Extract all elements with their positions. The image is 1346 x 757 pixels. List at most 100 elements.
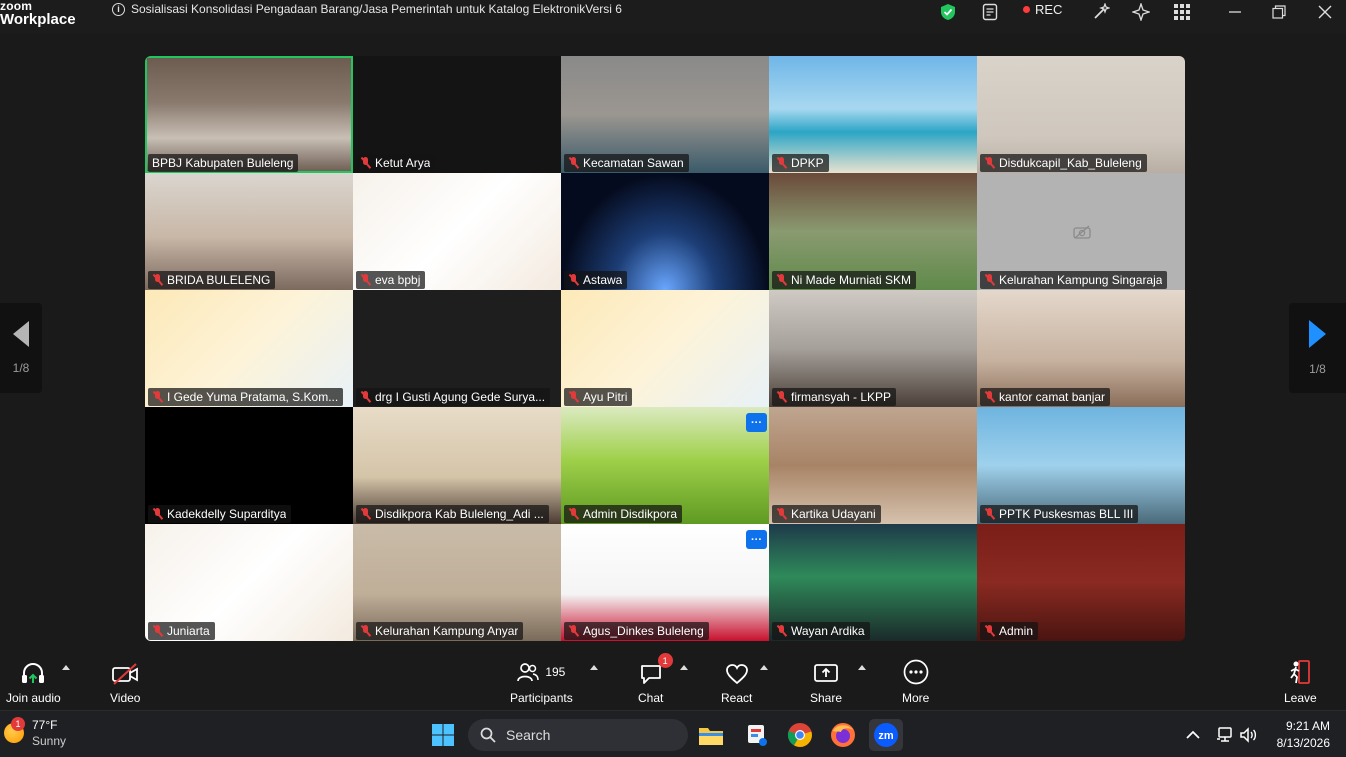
arrow-right-icon — [1309, 320, 1326, 348]
participant-name: Wayan Ardika — [791, 624, 865, 638]
participant-tile[interactable]: Ketut Arya — [353, 56, 561, 173]
participant-tile[interactable]: ··· Agus_Dinkes Buleleng — [561, 524, 769, 641]
participant-name: Admin Disdikpora — [583, 507, 678, 521]
search-placeholder: Search — [506, 727, 551, 743]
os-taskbar: 1 77°F Sunny Search zm 9:21 AM 8/13/2026 — [0, 710, 1346, 757]
meeting-title: Sosialisasi Konsolidasi Pengadaan Barang… — [131, 2, 622, 16]
participant-tile[interactable]: Wayan Ardika — [769, 524, 977, 641]
participant-tile[interactable]: BPBJ Kabupaten Buleleng — [145, 56, 353, 173]
volume-icon[interactable] — [1232, 719, 1266, 751]
zoom-logo: zoom Workplace — [0, 0, 80, 30]
participant-tile[interactable]: Kelurahan Kampung Singaraja — [977, 173, 1185, 290]
participant-tile[interactable]: Juniarta — [145, 524, 353, 641]
participant-name: Kecamatan Sawan — [583, 156, 684, 170]
participant-name-tag: I Gede Yuma Pratama, S.Kom... — [148, 388, 344, 406]
search-icon — [480, 727, 496, 743]
chat-button[interactable]: 1 Chat — [638, 653, 673, 705]
headphones-icon — [20, 659, 46, 685]
temperature: 77°F — [32, 718, 58, 732]
mic-muted-icon — [776, 274, 787, 286]
participant-tile[interactable]: Disdikpora Kab Buleleng_Adi ... — [353, 407, 561, 524]
taskbar-search[interactable]: Search — [468, 719, 688, 751]
mic-muted-icon — [360, 157, 371, 169]
apps-grid-icon[interactable] — [1174, 2, 1190, 22]
participants-caret[interactable] — [590, 665, 598, 670]
shield-icon[interactable] — [940, 2, 956, 22]
participant-tile[interactable]: I Gede Yuma Pratama, S.Kom... — [145, 290, 353, 407]
restore-icon[interactable] — [1272, 2, 1286, 22]
more-button[interactable]: More — [902, 659, 929, 705]
participant-name-tag: Agus_Dinkes Buleleng — [564, 622, 709, 640]
participant-name: Disdukcapil_Kab_Buleleng — [999, 156, 1142, 170]
meeting-info[interactable]: i Sosialisasi Konsolidasi Pengadaan Bara… — [112, 2, 622, 16]
participant-tile[interactable]: Kecamatan Sawan — [561, 56, 769, 173]
recording-indicator[interactable]: REC — [1023, 2, 1062, 17]
participant-tile[interactable]: ··· Admin Disdikpora — [561, 407, 769, 524]
file-explorer-icon[interactable] — [694, 719, 728, 751]
participant-tile[interactable]: BRIDA BULELENG — [145, 173, 353, 290]
clock[interactable]: 9:21 AM 8/13/2026 — [1268, 719, 1330, 750]
participant-tile[interactable]: Disdukcapil_Kab_Buleleng — [977, 56, 1185, 173]
notes-icon[interactable] — [982, 2, 998, 22]
participant-tile[interactable]: Astawa — [561, 173, 769, 290]
join-audio-label: Join audio — [6, 691, 61, 705]
participant-name-tag: Wayan Ardika — [772, 622, 870, 640]
page-indicator-right: 1/8 — [1309, 362, 1326, 376]
participant-tile[interactable]: firmansyah - LKPP — [769, 290, 977, 407]
weather-widget[interactable]: 1 77°F Sunny — [4, 717, 66, 748]
share-button[interactable]: Share — [810, 659, 842, 705]
info-icon[interactable]: i — [112, 2, 125, 16]
participant-name: firmansyah - LKPP — [791, 390, 892, 404]
participant-name: BRIDA BULELENG — [167, 273, 271, 287]
previous-page-button[interactable]: 1/8 — [0, 303, 42, 393]
participant-name-tag: Admin — [980, 622, 1039, 640]
participant-tile[interactable]: Kelurahan Kampung Anyar — [353, 524, 561, 641]
leave-button[interactable]: Leave — [1284, 659, 1317, 705]
share-caret[interactable] — [858, 665, 866, 670]
minimize-icon[interactable] — [1228, 2, 1242, 22]
close-icon[interactable] — [1318, 2, 1332, 22]
video-button[interactable]: Video — [110, 659, 140, 705]
participant-tile[interactable]: PPTK Puskesmas BLL III — [977, 407, 1185, 524]
mic-muted-icon — [776, 391, 787, 403]
next-page-button[interactable]: 1/8 — [1289, 303, 1346, 393]
participant-tile[interactable]: Admin — [977, 524, 1185, 641]
ai-sparkle-icon[interactable] — [1132, 2, 1150, 22]
participant-name: drg I Gusti Agung Gede Surya... — [375, 390, 546, 404]
chat-caret[interactable] — [680, 665, 688, 670]
participant-tile[interactable]: Ni Made Murniati SKM — [769, 173, 977, 290]
participant-name-tag: Admin Disdikpora — [564, 505, 683, 523]
chrome-icon[interactable] — [783, 719, 817, 751]
react-caret[interactable] — [760, 665, 768, 670]
record-dot-icon — [1023, 6, 1030, 13]
arrow-left-icon — [13, 321, 29, 347]
participant-name-tag: Ni Made Murniati SKM — [772, 271, 917, 289]
tile-more-options-icon[interactable]: ··· — [746, 530, 767, 549]
participant-tile[interactable]: Ayu Pitri — [561, 290, 769, 407]
magic-wand-icon[interactable] — [1092, 2, 1110, 22]
tray-chevron-icon[interactable] — [1176, 719, 1210, 751]
start-button[interactable] — [426, 719, 460, 751]
mic-muted-icon — [776, 625, 787, 637]
participants-button[interactable]: 195 Participants — [510, 659, 573, 705]
zoom-app-icon[interactable]: zm — [869, 719, 903, 751]
participants-icon — [517, 663, 540, 682]
participant-name-tag: BRIDA BULELENG — [148, 271, 276, 289]
participant-tile[interactable]: DPKP — [769, 56, 977, 173]
audio-options-caret[interactable] — [62, 665, 70, 670]
participant-tile[interactable]: kantor camat banjar — [977, 290, 1185, 407]
svg-text:zm: zm — [878, 730, 894, 742]
join-audio-button[interactable]: Join audio — [6, 659, 61, 705]
participant-name-tag: eva bpbj — [356, 271, 426, 289]
participant-tile[interactable]: drg I Gusti Agung Gede Surya... — [353, 290, 561, 407]
participant-tile[interactable]: eva bpbj — [353, 173, 561, 290]
participant-tile[interactable]: Kartika Udayani — [769, 407, 977, 524]
participant-tile[interactable]: Kadekdelly Suparditya — [145, 407, 353, 524]
react-button[interactable]: React — [721, 659, 752, 705]
mic-muted-icon — [984, 508, 995, 520]
participant-name-tag: Juniarta — [148, 622, 215, 640]
firefox-icon[interactable] — [826, 719, 860, 751]
tile-more-options-icon[interactable]: ··· — [746, 413, 767, 432]
snipping-tool-icon[interactable] — [740, 719, 774, 751]
clock-date: 8/13/2026 — [1276, 736, 1330, 750]
